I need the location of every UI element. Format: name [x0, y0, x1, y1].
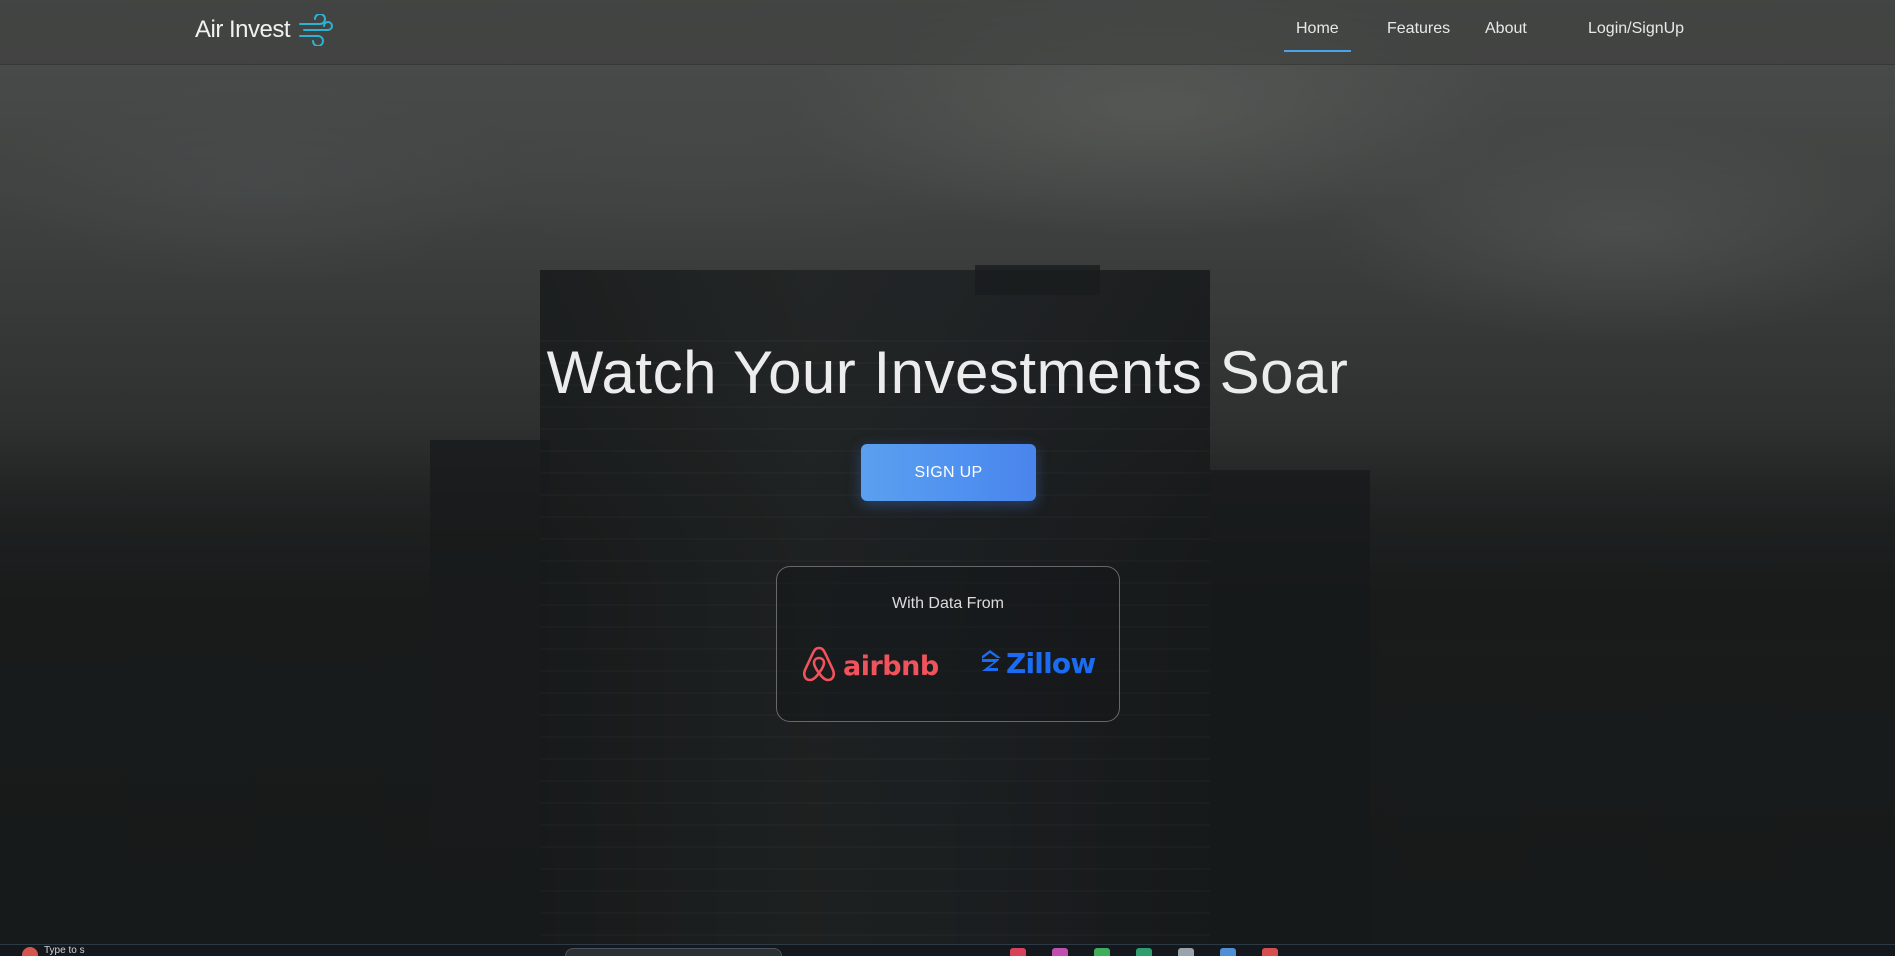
wind-icon [298, 14, 334, 46]
airbnb-logo-icon [801, 645, 837, 688]
signup-button[interactable]: SIGN UP [861, 444, 1036, 501]
nav-home[interactable]: Home [1284, 20, 1351, 52]
zillow-logo: Zillow [977, 647, 1096, 680]
zillow-logo-icon [977, 648, 1003, 679]
taskbar-search-text[interactable]: Type to s [44, 945, 85, 956]
nav-login-signup[interactable]: Login/SignUp [1588, 20, 1684, 38]
taskbar-app-icon[interactable] [1220, 948, 1236, 956]
taskbar-app-icon[interactable] [1136, 948, 1152, 956]
page: Air Invest Home Features About Login/Sig… [0, 0, 1895, 956]
brand-name: Air Invest [195, 16, 291, 43]
data-sources-label: With Data From [891, 595, 1004, 612]
os-taskbar: Type to s [0, 944, 1895, 956]
brand-logo[interactable]: Air Invest [195, 14, 334, 46]
taskbar-app-icon[interactable] [1094, 948, 1110, 956]
taskbar-search-box[interactable] [565, 948, 782, 956]
taskbar-apps [1010, 948, 1278, 956]
nav-about[interactable]: About [1485, 20, 1527, 38]
start-icon[interactable] [22, 947, 38, 956]
taskbar-app-icon[interactable] [1010, 948, 1026, 956]
hero-title: Watch Your Investments Soar [546, 339, 1349, 406]
navbar: Air Invest Home Features About Login/Sig… [0, 0, 1895, 64]
zillow-logo-text: Zillow [1006, 647, 1096, 680]
airbnb-logo-text: airbnb [843, 651, 939, 682]
nav-features[interactable]: Features [1387, 20, 1450, 38]
airbnb-logo: airbnb [801, 645, 939, 688]
taskbar-app-icon[interactable] [1262, 948, 1278, 956]
data-sources-card: With Data From airbnb Zillow [776, 566, 1120, 722]
taskbar-app-icon[interactable] [1178, 948, 1194, 956]
taskbar-app-icon[interactable] [1052, 948, 1068, 956]
